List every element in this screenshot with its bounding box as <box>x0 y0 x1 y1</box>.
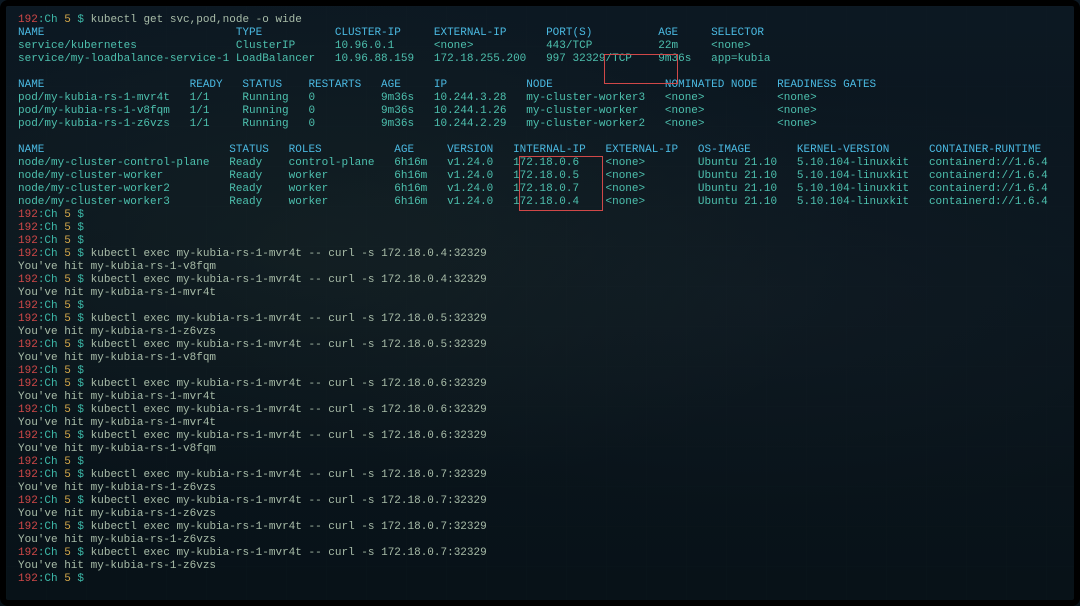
prompt-sep: :Ch <box>38 14 64 26</box>
prompt-line: 192:Ch 5 $ <box>18 300 1062 313</box>
curl-cmd-line: 192:Ch 5 $ kubectl exec my-kubia-rs-1-mv… <box>18 339 1062 352</box>
prompt-line: 192:Ch 5 $ <box>18 222 1062 235</box>
prompt-line: 192:Ch 5 $ kubectl get svc,pod,node -o w… <box>18 14 1062 27</box>
pod-row: pod/my-kubia-rs-1-mvr4t 1/1 Running 0 9m… <box>18 92 1062 105</box>
curl-output: You've hit my-kubia-rs-1-mvr4t <box>18 417 1062 430</box>
terminal[interactable]: 192:Ch 5 $ kubectl get svc,pod,node -o w… <box>18 14 1062 586</box>
blank <box>18 131 1062 144</box>
curl-cmd-line: 192:Ch 5 $ kubectl exec my-kubia-rs-1-mv… <box>18 274 1062 287</box>
prompt-line[interactable]: 192:Ch 5 $ <box>18 573 1062 586</box>
curl-output: You've hit my-kubia-rs-1-v8fqm <box>18 352 1062 365</box>
curl-output: You've hit my-kubia-rs-1-z6vzs <box>18 326 1062 339</box>
curl-output: You've hit my-kubia-rs-1-mvr4t <box>18 287 1062 300</box>
curl-cmd-line: 192:Ch 5 $ kubectl exec my-kubia-rs-1-mv… <box>18 313 1062 326</box>
prompt-line: 192:Ch 5 $ <box>18 209 1062 222</box>
prompt-host: 192 <box>18 14 38 26</box>
curl-cmd-line: 192:Ch 5 $ kubectl exec my-kubia-rs-1-mv… <box>18 404 1062 417</box>
curl-output: You've hit my-kubia-rs-1-v8fqm <box>18 443 1062 456</box>
prompt-line: 192:Ch 5 $ <box>18 456 1062 469</box>
prompt-dollar: $ <box>71 573 91 585</box>
node-row: node/my-cluster-control-plane Ready cont… <box>18 157 1062 170</box>
curl-cmd-line: 192:Ch 5 $ kubectl exec my-kubia-rs-1-mv… <box>18 378 1062 391</box>
prompt-dollar: $ <box>71 14 91 26</box>
svc-row: service/kubernetes ClusterIP 10.96.0.1 <… <box>18 40 1062 53</box>
curl-output: You've hit my-kubia-rs-1-z6vzs <box>18 534 1062 547</box>
curl-cmd-line: 192:Ch 5 $ kubectl exec my-kubia-rs-1-mv… <box>18 547 1062 560</box>
curl-output: You've hit my-kubia-rs-1-z6vzs <box>18 508 1062 521</box>
prompt-ch: 5 <box>64 573 71 585</box>
node-row: node/my-cluster-worker3 Ready worker 6h1… <box>18 196 1062 209</box>
cmd-kubectl-get: kubectl get svc,pod,node -o wide <box>91 14 302 26</box>
prompt-line: 192:Ch 5 $ <box>18 235 1062 248</box>
pod-row: pod/my-kubia-rs-1-v8fqm 1/1 Running 0 9m… <box>18 105 1062 118</box>
node-row: node/my-cluster-worker Ready worker 6h16… <box>18 170 1062 183</box>
curl-cmd-line: 192:Ch 5 $ kubectl exec my-kubia-rs-1-mv… <box>18 248 1062 261</box>
node-header: NAME STATUS ROLES AGE VERSION INTERNAL-I… <box>18 144 1062 157</box>
prompt-sep: :Ch <box>38 573 64 585</box>
node-row: node/my-cluster-worker2 Ready worker 6h1… <box>18 183 1062 196</box>
blank <box>18 66 1062 79</box>
curl-cmd-line: 192:Ch 5 $ kubectl exec my-kubia-rs-1-mv… <box>18 430 1062 443</box>
curl-output: You've hit my-kubia-rs-1-mvr4t <box>18 391 1062 404</box>
pod-row: pod/my-kubia-rs-1-z6vzs 1/1 Running 0 9m… <box>18 118 1062 131</box>
curl-cmd-line: 192:Ch 5 $ kubectl exec my-kubia-rs-1-mv… <box>18 521 1062 534</box>
curl-output: You've hit my-kubia-rs-1-z6vzs <box>18 560 1062 573</box>
pod-header: NAME READY STATUS RESTARTS AGE IP NODE N… <box>18 79 1062 92</box>
prompt-ch: 5 <box>64 14 71 26</box>
curl-cmd-line: 192:Ch 5 $ kubectl exec my-kubia-rs-1-mv… <box>18 495 1062 508</box>
curl-cmd-line: 192:Ch 5 $ kubectl exec my-kubia-rs-1-mv… <box>18 469 1062 482</box>
svc-row: service/my-loadbalance-service-1 LoadBal… <box>18 53 1062 66</box>
svc-header: NAME TYPE CLUSTER-IP EXTERNAL-IP PORT(S)… <box>18 27 1062 40</box>
curl-output: You've hit my-kubia-rs-1-z6vzs <box>18 482 1062 495</box>
curl-output: You've hit my-kubia-rs-1-v8fqm <box>18 261 1062 274</box>
prompt-host: 192 <box>18 573 38 585</box>
prompt-line: 192:Ch 5 $ <box>18 365 1062 378</box>
